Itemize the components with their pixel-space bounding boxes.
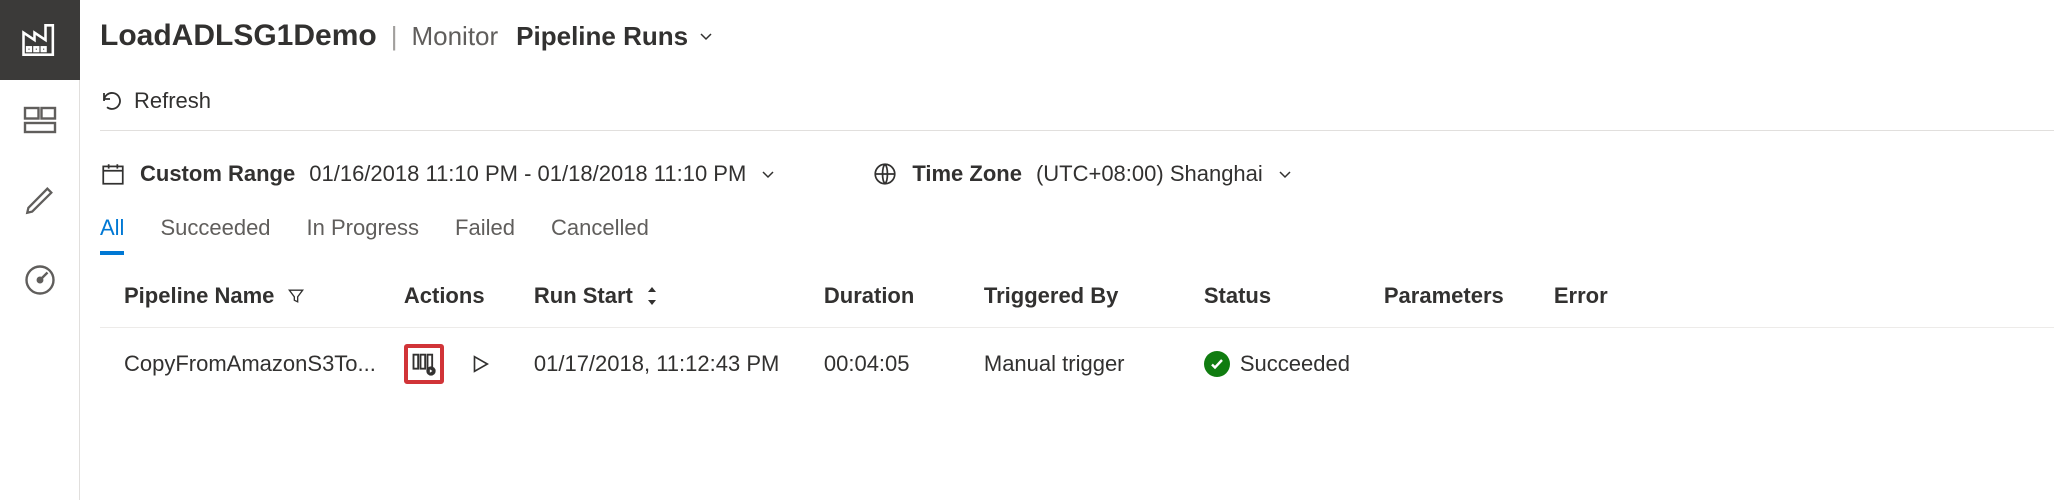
- chevron-down-icon: [760, 166, 776, 182]
- chevron-down-icon: [698, 28, 714, 44]
- globe-icon: [872, 161, 898, 187]
- timezone-value: (UTC+08:00) Shanghai: [1036, 161, 1263, 187]
- cell-runstart: 01/17/2018, 11:12:43 PM: [520, 328, 810, 401]
- tab-succeeded[interactable]: Succeeded: [160, 215, 270, 255]
- col-actions: Actions: [390, 265, 520, 328]
- col-pipeline-name[interactable]: Pipeline Name: [100, 265, 390, 328]
- cell-pipeline: CopyFromAmazonS3To...: [100, 328, 390, 401]
- date-range-filter[interactable]: Custom Range 01/16/2018 11:10 PM - 01/18…: [100, 161, 776, 187]
- date-range-label: Custom Range: [140, 161, 295, 187]
- chevron-down-icon: [1277, 166, 1293, 182]
- layout-icon: [22, 102, 58, 138]
- table-row[interactable]: CopyFromAmazonS3To...: [100, 328, 2054, 401]
- breadcrumb-section: Monitor: [411, 21, 498, 52]
- col-triggered[interactable]: Triggered By: [970, 265, 1190, 328]
- status-text: Succeeded: [1240, 351, 1350, 377]
- page-header: LoadADLSG1Demo | Monitor Pipeline Runs: [100, 0, 2054, 64]
- tab-failed[interactable]: Failed: [455, 215, 515, 255]
- activity-runs-icon: [410, 350, 438, 378]
- nav-home[interactable]: [0, 0, 80, 80]
- cell-status: Succeeded: [1204, 351, 1350, 377]
- col-runstart[interactable]: Run Start: [520, 265, 810, 328]
- col-duration[interactable]: Duration: [810, 265, 970, 328]
- col-parameters[interactable]: Parameters: [1370, 265, 1540, 328]
- factory-icon: [18, 18, 62, 62]
- tab-cancelled[interactable]: Cancelled: [551, 215, 649, 255]
- rerun-button[interactable]: [460, 344, 500, 384]
- col-status[interactable]: Status: [1190, 265, 1370, 328]
- tab-all[interactable]: All: [100, 215, 124, 255]
- separator: |: [391, 21, 398, 52]
- status-tabs: All Succeeded In Progress Failed Cancell…: [100, 215, 2054, 255]
- refresh-icon: [100, 89, 124, 113]
- cell-parameters: [1370, 328, 1540, 401]
- runs-table: Pipeline Name Actions Run Start Duration…: [100, 265, 2054, 400]
- pencil-icon: [23, 183, 57, 217]
- data-factory-title: LoadADLSG1Demo: [100, 19, 377, 53]
- nav-edit[interactable]: [0, 160, 80, 240]
- gauge-icon: [22, 262, 58, 298]
- view-activity-runs-button[interactable]: [404, 344, 444, 384]
- play-icon: [469, 353, 491, 375]
- timezone-filter[interactable]: Time Zone (UTC+08:00) Shanghai: [872, 161, 1292, 187]
- sort-icon: [645, 287, 659, 305]
- filter-icon: [286, 286, 306, 306]
- col-pipeline-label: Pipeline Name: [124, 283, 274, 309]
- page-dropdown-label: Pipeline Runs: [516, 21, 688, 52]
- success-icon: [1204, 351, 1230, 377]
- nav-monitor[interactable]: [0, 240, 80, 320]
- cell-error: [1540, 328, 2054, 401]
- page-dropdown[interactable]: Pipeline Runs: [516, 21, 714, 52]
- tab-inprogress[interactable]: In Progress: [307, 215, 420, 255]
- col-error[interactable]: Error: [1540, 265, 2054, 328]
- calendar-icon: [100, 161, 126, 187]
- refresh-button[interactable]: Refresh: [100, 82, 2054, 120]
- nav-author[interactable]: [0, 80, 80, 160]
- cell-triggered: Manual trigger: [970, 328, 1190, 401]
- timezone-label: Time Zone: [912, 161, 1022, 187]
- col-runstart-label: Run Start: [534, 283, 633, 309]
- cell-duration: 00:04:05: [810, 328, 970, 401]
- left-nav: [0, 0, 80, 500]
- date-range-value: 01/16/2018 11:10 PM - 01/18/2018 11:10 P…: [309, 161, 746, 187]
- refresh-label: Refresh: [134, 88, 211, 114]
